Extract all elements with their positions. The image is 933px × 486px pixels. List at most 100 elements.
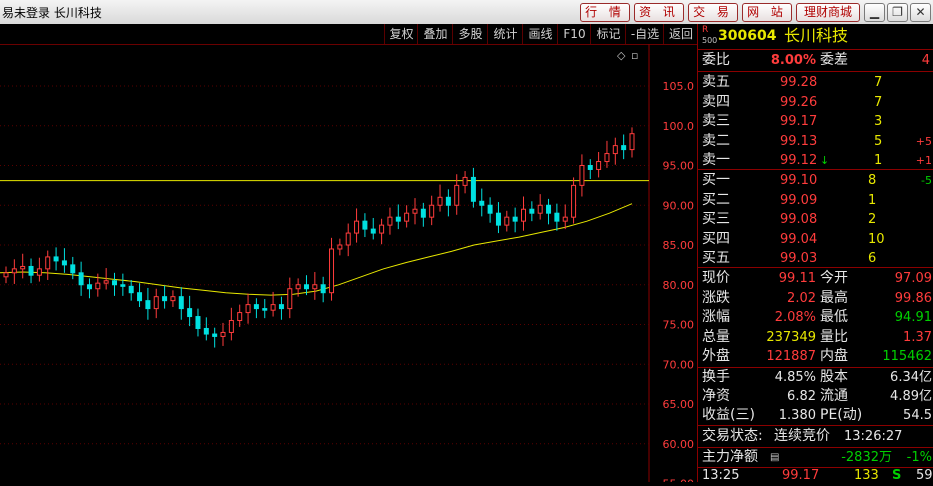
y-tick-label: 90.00 <box>663 199 695 212</box>
stat2-row: 收益(三) 1.380 PE(动) 54.5 <box>702 407 932 423</box>
candle-body <box>36 268 42 276</box>
r-badge-sub: 500 <box>702 36 718 45</box>
market-button[interactable]: 行 情 <box>580 3 630 22</box>
candle-body <box>354 220 360 234</box>
tool-restore-rights[interactable]: 复权 <box>384 24 418 44</box>
website-button[interactable]: 网 站 <box>742 3 792 22</box>
tool-multi-stock[interactable]: 多股 <box>452 24 488 44</box>
candle-body <box>145 300 151 310</box>
candle-body <box>203 327 209 335</box>
tool-overlay[interactable]: 叠加 <box>417 24 453 44</box>
candle-body <box>112 280 118 286</box>
candle-body <box>504 216 510 226</box>
tool-mark[interactable]: 标记 <box>590 24 626 44</box>
stat-row: 涨跌 2.02 最高 99.86 <box>702 289 932 306</box>
main-flow-row: 主力净额 ▤ -2832万 -1% <box>702 448 932 467</box>
stat-row: 现价 99.11 今开 97.09 <box>702 270 932 286</box>
candle-body <box>137 292 143 302</box>
candle-body <box>479 200 485 206</box>
quote-panel: R 500 300604 长川科技 委比 8.00% 委差 4 卖五 99.28 7… <box>697 24 933 483</box>
candle-body <box>228 320 234 333</box>
tool-draw-line[interactable]: 画线 <box>522 24 558 44</box>
y-tick-label: 80.00 <box>663 279 695 292</box>
stock-name: 长川科技 <box>784 26 849 45</box>
candle-body <box>320 284 326 294</box>
kline-svg[interactable]: 105.0 100.0 95.00 90.00 85.00 80.00 75.00 70.00… <box>0 44 697 486</box>
window-title: 易未登录 长川科技 <box>2 6 102 20</box>
candle-body <box>45 256 51 270</box>
stock-header: R 500 300604 长川科技 <box>698 26 933 48</box>
candle-body <box>379 224 385 234</box>
candle-body <box>278 304 284 310</box>
stat-row: 涨幅 2.08% 最低 94.91 <box>702 309 932 326</box>
kline-chart[interactable]: 105.0 100.0 95.00 90.00 85.00 80.00 75.00 70.00… <box>0 44 697 486</box>
candle-body <box>587 165 593 170</box>
trade-status-row: 交易状态: 连续竞价 13:26:27 <box>702 428 903 444</box>
down-arrow-icon: ↓ <box>820 154 830 168</box>
candle-body <box>3 272 9 278</box>
candle-body <box>270 304 276 311</box>
candle-body <box>596 161 602 170</box>
diamond-icon[interactable]: ◇ <box>617 49 626 62</box>
r-badge: R <box>702 25 709 35</box>
dot-icon[interactable]: ▫ <box>631 49 638 62</box>
candle-body <box>345 232 351 246</box>
candle-body <box>120 284 126 287</box>
candle-body <box>395 216 401 222</box>
candle-body <box>462 176 468 186</box>
candle-body <box>312 284 318 290</box>
tool-statistics[interactable]: 统计 <box>487 24 523 44</box>
restore-icon[interactable]: ❐ <box>887 3 908 22</box>
ask-row: 卖五 99.28 7 <box>702 74 883 90</box>
candle-body <box>11 268 17 274</box>
stat2-row: 换手 4.85% 股本 6.34亿 <box>702 369 932 385</box>
news-button[interactable]: 资 讯 <box>634 3 684 22</box>
candle-body <box>437 196 443 206</box>
y-tick-label: 55.00 <box>663 478 695 483</box>
candle-body <box>20 265 26 270</box>
candle-body <box>128 285 134 294</box>
candle-body <box>295 284 301 290</box>
ask-row: 卖二 99.13 5 +5 <box>702 132 932 149</box>
candle-body <box>170 296 176 302</box>
candle-body <box>329 248 335 294</box>
list-icon[interactable]: ▤ <box>770 448 779 467</box>
candle-body <box>495 212 501 226</box>
close-icon[interactable]: ✕ <box>910 3 931 22</box>
candle-body <box>237 312 243 322</box>
trade-button[interactable]: 交 易 <box>688 3 738 22</box>
minimize-icon[interactable]: ▁ <box>864 3 885 22</box>
y-tick-label: 95.00 <box>663 160 695 173</box>
tool-f10[interactable]: F10 <box>557 24 591 44</box>
candle-body <box>162 296 168 302</box>
candle-body <box>178 296 184 310</box>
tool-back[interactable]: 返回 <box>663 24 698 44</box>
ask-row: 卖一 99.12 1 +1 ↓ <box>702 152 932 169</box>
candle-body <box>187 308 193 318</box>
candle-body <box>262 308 268 311</box>
title-bar: 易未登录 长川科技 行 情 资 讯 交 易 网 站 理财商城 ▁ ❐ ✕ <box>0 0 933 25</box>
y-tick-label: 65.00 <box>663 398 695 411</box>
candle-body <box>70 264 76 274</box>
bid-row: 买四 99.04 10 <box>702 230 885 247</box>
candle-body <box>28 265 34 276</box>
bid-row: 买一 99.10 8 -5 <box>702 172 932 188</box>
candle-body <box>621 145 627 151</box>
candle-body <box>61 260 67 266</box>
y-tick-label: 60.00 <box>663 438 695 451</box>
candle-body <box>454 184 460 206</box>
bid-row: 买五 99.03 6 <box>702 250 877 267</box>
y-tick-label: 85.00 <box>663 239 695 252</box>
ask-row: 卖三 99.17 3 <box>702 113 883 130</box>
candle-body <box>53 256 59 262</box>
mall-button[interactable]: 理财商城 <box>796 3 860 22</box>
candle-body <box>629 133 635 151</box>
candle-body <box>195 316 201 329</box>
candle-body <box>103 280 109 284</box>
candle-body <box>78 272 84 286</box>
ratio-row: 委比 8.00% 委差 4 <box>702 52 930 68</box>
candle-body <box>445 196 451 206</box>
candle-body <box>245 304 251 314</box>
candle-body <box>470 176 476 202</box>
tool-watchlist[interactable]: -自选 <box>625 24 664 44</box>
